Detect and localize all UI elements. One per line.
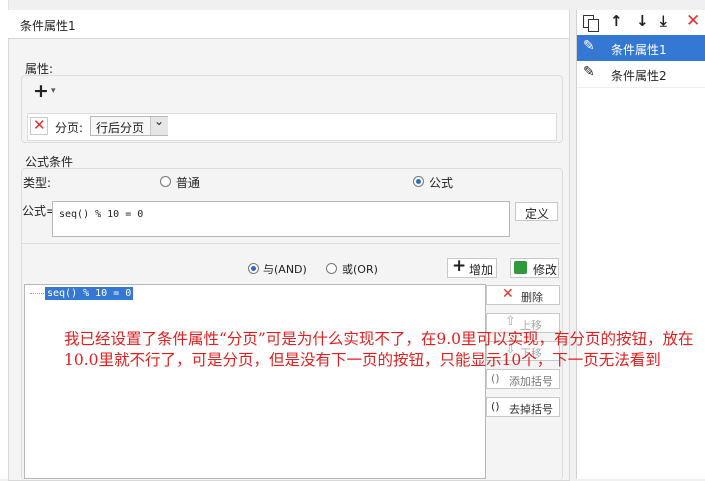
chevron-down-icon: ⌄ — [154, 114, 165, 128]
delete-icon[interactable]: ✕ — [686, 11, 700, 31]
plus-icon: + — [452, 256, 467, 276]
panel-title: 条件属性1 — [20, 19, 76, 33]
radio-and-label: 与(AND) — [263, 263, 307, 276]
add-property-button[interactable]: + ▾ — [31, 80, 61, 103]
add-condition-label: 增加 — [469, 263, 494, 277]
bracket-icon: () — [491, 372, 500, 385]
close-icon: ✕ — [33, 116, 46, 134]
type-label: 类型: — [23, 176, 52, 190]
define-button[interactable]: 定义 — [515, 202, 558, 221]
arrow-down-icon[interactable]: ↓ — [636, 12, 649, 30]
copy-icon[interactable] — [583, 15, 599, 32]
define-button-label: 定义 — [525, 207, 550, 221]
chevron-down-icon: ▾ — [51, 86, 56, 96]
pagination-select-value: 行后分页 — [96, 121, 145, 135]
formula-input-value: seq() % 10 = 0 — [59, 209, 144, 220]
move-bottom-icon[interactable]: ⤓ — [660, 12, 667, 30]
list-item-label: 条件属性2 — [611, 69, 667, 83]
radio-normal[interactable] — [160, 176, 171, 187]
remove-bracket-label: 去掉括号 — [509, 403, 553, 416]
delete-condition-label: 删除 — [521, 291, 543, 304]
edit-icon — [514, 261, 527, 274]
panel-titlebar — [8, 10, 569, 39]
add-bracket-label: 添加括号 — [509, 375, 553, 388]
delete-property-button[interactable]: ✕ — [30, 116, 48, 135]
close-icon: ✕ — [502, 286, 514, 302]
edit-condition-button[interactable]: 修改 — [510, 258, 559, 278]
pencil-icon: ✎ — [583, 64, 595, 80]
plus-icon: + — [33, 80, 49, 102]
radio-normal-label: 普通 — [176, 176, 201, 190]
condition-list[interactable] — [24, 284, 486, 479]
arrow-up-icon[interactable]: ↑ — [610, 12, 623, 30]
condition-list-item[interactable]: seq() % 10 = 0 — [45, 287, 134, 300]
delete-condition-button[interactable]: ✕ 删除 — [486, 285, 560, 305]
remove-bracket-button[interactable]: () 去掉括号 — [486, 397, 560, 417]
list-item[interactable]: ✎ 条件属性2 — [577, 61, 705, 88]
pagination-select[interactable]: 行后分页 ⌄ — [90, 114, 168, 136]
radio-or-label: 或(OR) — [342, 263, 378, 276]
radio-and[interactable] — [248, 263, 259, 274]
pagination-label: 分页: — [55, 121, 84, 135]
remove-bracket-icon: () — [491, 400, 500, 413]
tree-connector — [30, 293, 44, 295]
radio-formula[interactable] — [413, 176, 424, 187]
formula-input[interactable]: seq() % 10 = 0 — [52, 201, 510, 237]
radio-or[interactable] — [326, 263, 337, 274]
radio-formula-label: 公式 — [429, 176, 454, 190]
add-condition-button[interactable]: + 增加 — [447, 256, 497, 278]
arrow-up-icon: ⇧ — [505, 314, 516, 329]
add-bracket-button[interactable]: () 添加括号 — [486, 369, 560, 389]
edit-condition-label: 修改 — [533, 263, 558, 277]
list-item-label: 条件属性1 — [611, 43, 667, 57]
list-item-selected[interactable]: ✎ 条件属性1 — [577, 35, 705, 61]
divider — [22, 243, 560, 244]
pencil-icon: ✎ — [583, 38, 595, 54]
formula-label: 公式= — [22, 204, 57, 218]
overlay-comment: 我已经设置了条件属性“分页”可是为什么实现不了，在9.0里可以实现，有分页的按钮… — [64, 330, 694, 369]
